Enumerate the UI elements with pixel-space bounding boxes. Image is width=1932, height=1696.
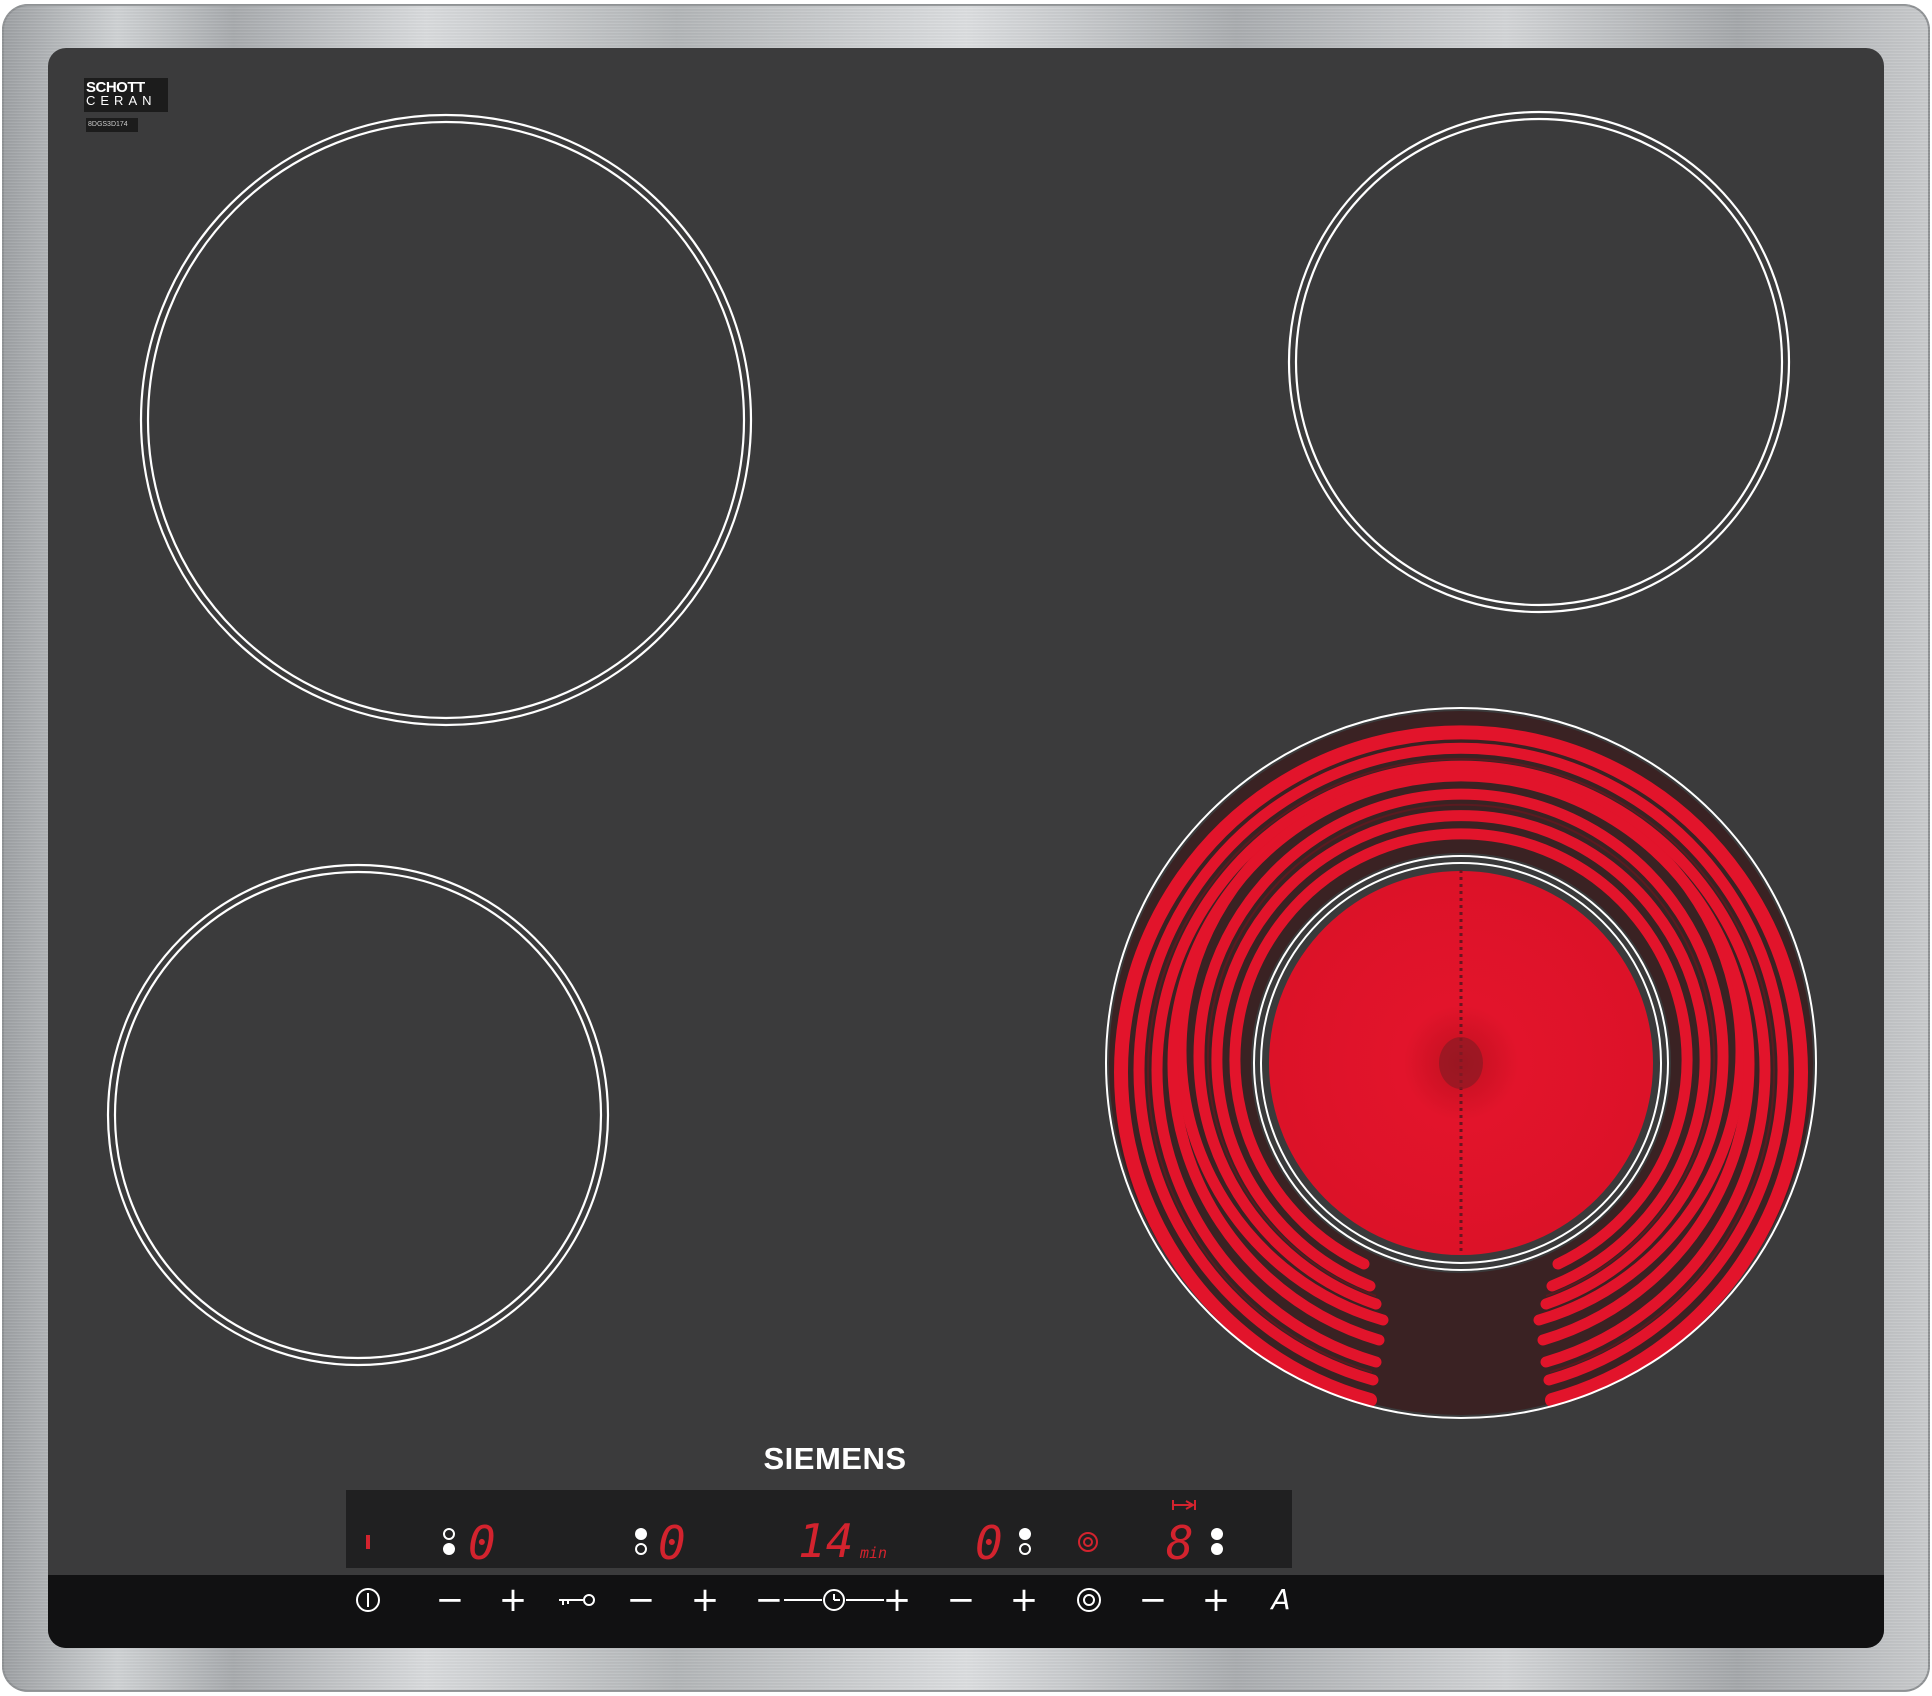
auto-button[interactable]: A xyxy=(1266,1583,1296,1617)
zone1-plus-button[interactable]: + xyxy=(498,1583,528,1617)
timer-display: 14 xyxy=(798,1514,854,1568)
cooking-zone-front-right-dual xyxy=(1105,707,1817,1419)
zone-position-dot-rear xyxy=(1211,1528,1223,1540)
key-lock-icon[interactable] xyxy=(557,1590,597,1610)
zone4-power-level-display: 8 xyxy=(1166,1516,1194,1570)
zone-position-dot-front xyxy=(443,1543,455,1555)
timer-unit-label: min xyxy=(860,1544,888,1562)
power-indicator-led xyxy=(366,1535,370,1549)
cooking-zone-front-left xyxy=(106,863,610,1367)
zone2-minus-button[interactable]: − xyxy=(626,1583,656,1617)
zone3-plus-button[interactable]: + xyxy=(1009,1583,1039,1617)
zone4-plus-button[interactable]: + xyxy=(1201,1583,1231,1617)
timer-clock-icon[interactable] xyxy=(784,1587,884,1613)
cooking-zone-rear-right xyxy=(1287,110,1791,614)
dual-zone-indicator-icon xyxy=(1078,1532,1098,1552)
zone1-minus-button[interactable]: − xyxy=(435,1583,465,1617)
zone-position-dot-front xyxy=(635,1543,647,1555)
zone3-minus-button[interactable]: − xyxy=(946,1583,976,1617)
dual-zone-icon[interactable] xyxy=(1075,1586,1103,1614)
zone-position-dot-rear xyxy=(635,1528,647,1540)
power-icon[interactable] xyxy=(354,1586,382,1614)
timer-plus-button[interactable]: + xyxy=(882,1583,912,1617)
zone-position-dot-rear xyxy=(1019,1528,1031,1540)
timer-arrow-icon xyxy=(1172,1500,1196,1510)
zone-position-dot-front xyxy=(1211,1543,1223,1555)
timer-minus-button[interactable]: − xyxy=(754,1583,784,1617)
zone2-power-level-display: 0 xyxy=(658,1516,686,1570)
cooking-zones xyxy=(106,110,1817,1419)
cooking-zone-rear-left xyxy=(139,113,753,727)
zone4-minus-button[interactable]: − xyxy=(1138,1583,1168,1617)
zone-position-dot-rear xyxy=(443,1528,455,1540)
zone3-power-level-display: 0 xyxy=(975,1516,1003,1570)
zone-position-dot-front xyxy=(1019,1543,1031,1555)
zone2-plus-button[interactable]: + xyxy=(690,1583,720,1617)
zone1-power-level-display: 0 xyxy=(468,1516,496,1570)
brand-logo: SIEMENS xyxy=(763,1441,907,1476)
